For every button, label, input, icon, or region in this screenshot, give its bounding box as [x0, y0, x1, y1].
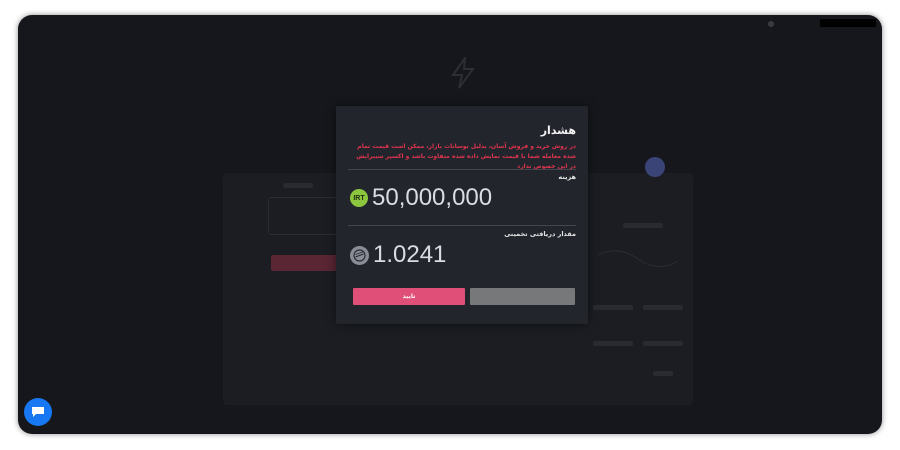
cost-label: هزینه: [558, 173, 576, 181]
app-window: هشدار در روش خرید و فروش آسان، بدلیل نوس…: [18, 15, 882, 434]
warning-modal: هشدار در روش خرید و فروش آسان، بدلیل نوس…: [336, 106, 588, 324]
estimated-receive-label: مقدار دریافتی تخمینی: [504, 230, 576, 238]
modal-title: هشدار: [540, 124, 576, 137]
estimated-receive-value: 1.0241: [373, 241, 447, 268]
divider: [348, 225, 576, 226]
background-coin-icon: [645, 157, 665, 177]
crypto-coin-icon: [350, 245, 369, 265]
cost-value: 50,000,000: [372, 184, 493, 211]
confirm-button[interactable]: تایید: [353, 288, 465, 305]
topbar-control[interactable]: [820, 19, 876, 27]
topbar-indicator: [768, 21, 774, 27]
chat-bubble-icon[interactable]: [24, 398, 52, 426]
background-chart-line: [598, 250, 678, 267]
lightning-logo-icon: [451, 57, 475, 89]
cancel-button[interactable]: [470, 288, 575, 305]
receive-row: 1.0241: [350, 241, 446, 269]
divider: [348, 169, 576, 170]
irt-currency-icon: IRT: [350, 189, 368, 207]
warning-message: در روش خرید و فروش آسان، بدلیل نوسانات ب…: [356, 143, 576, 170]
cost-row: IRT 50,000,000: [350, 184, 492, 212]
